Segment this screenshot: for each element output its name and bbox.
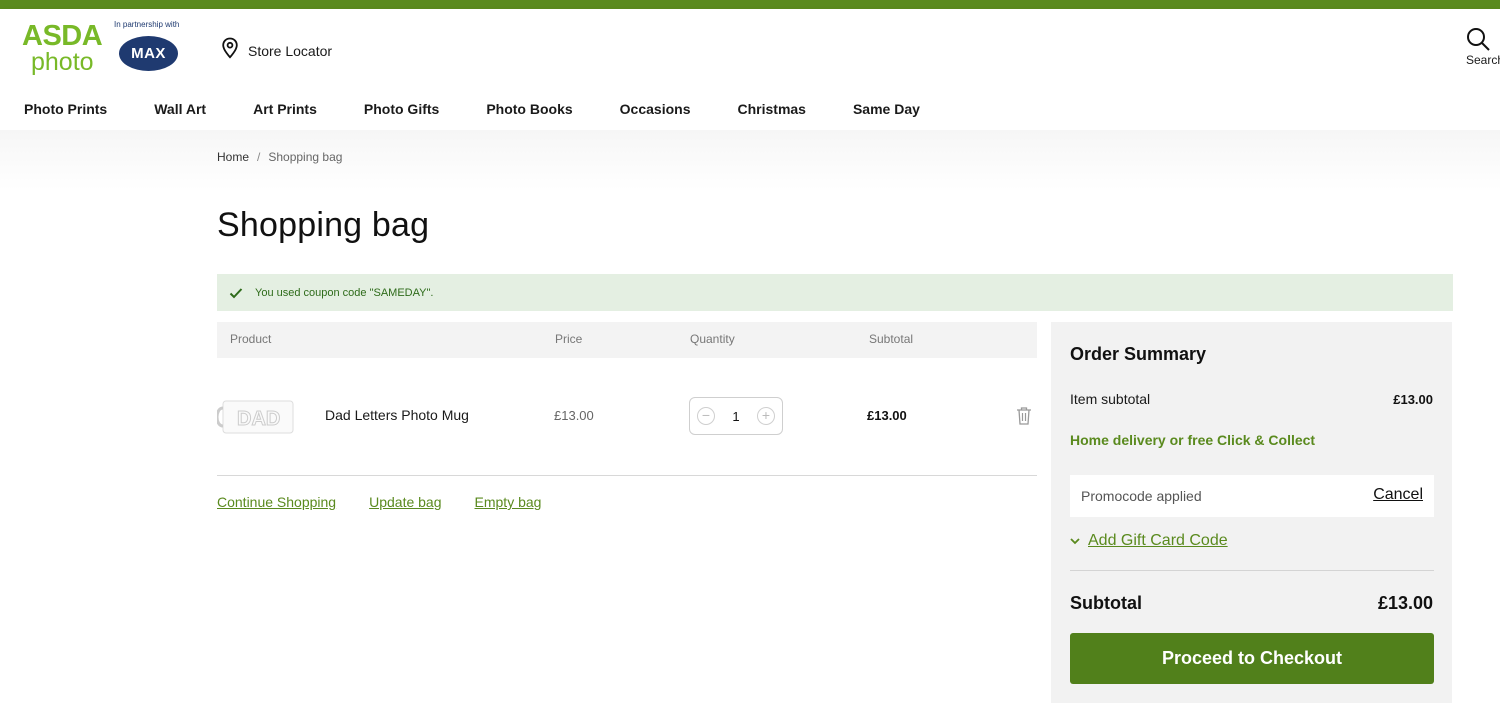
decrease-quantity-button[interactable]: − bbox=[697, 407, 715, 425]
delivery-info: Home delivery or free Click & Collect bbox=[1070, 432, 1316, 448]
continue-shopping-link[interactable]: Continue Shopping bbox=[217, 494, 336, 510]
breadcrumb: Home / Shopping bag bbox=[217, 150, 342, 164]
trash-icon bbox=[1016, 407, 1032, 430]
subtotal-value: £13.00 bbox=[1377, 593, 1433, 613]
store-locator-link[interactable]: Store Locator bbox=[220, 37, 332, 64]
search-label: Search bbox=[1466, 53, 1500, 67]
nav-item-photo-prints[interactable]: Photo Prints bbox=[24, 101, 107, 117]
svg-text:DAD: DAD bbox=[237, 408, 280, 430]
quantity-value[interactable]: 1 bbox=[732, 409, 739, 424]
store-locator-label: Store Locator bbox=[248, 42, 333, 59]
site-header: ASDA photo In partnership with MAX Store… bbox=[0, 9, 1500, 130]
col-header-product: Product bbox=[230, 332, 272, 346]
product-name[interactable]: Dad Letters Photo Mug bbox=[325, 407, 469, 423]
top-brand-stripe bbox=[0, 0, 1500, 9]
add-gift-card-toggle[interactable]: Add Gift Card Code bbox=[1070, 532, 1228, 550]
nav-item-wall-art[interactable]: Wall Art bbox=[154, 101, 206, 117]
order-summary-panel: Order Summary Item subtotal £13.00 Home … bbox=[1051, 322, 1452, 703]
cart-item-row: DAD Dad Letters Photo Mug £13.00 − 1 + £… bbox=[215, 376, 1037, 476]
cancel-promocode-link[interactable]: Cancel bbox=[1373, 486, 1423, 504]
cart-table-header: Product Price Quantity Subtotal bbox=[217, 322, 1037, 358]
coupon-message-text: You used coupon code "SAMEDAY". bbox=[255, 286, 434, 299]
proceed-to-checkout-button[interactable]: Proceed to Checkout bbox=[1070, 633, 1434, 684]
cart-actions: Continue Shopping Update bag Empty bag bbox=[217, 494, 574, 510]
asda-photo-logo[interactable]: ASDA photo bbox=[22, 21, 106, 77]
promocode-box: Promocode applied Cancel bbox=[1070, 475, 1434, 517]
item-subtotal-value: £13.00 bbox=[1393, 392, 1433, 407]
location-pin-icon bbox=[220, 37, 240, 64]
item-subtotal-label: Item subtotal bbox=[1070, 391, 1151, 407]
breadcrumb-current: Shopping bag bbox=[268, 150, 343, 164]
product-thumbnail[interactable]: DAD bbox=[215, 398, 299, 436]
item-subtotal: £13.00 bbox=[867, 408, 907, 423]
checkmark-icon bbox=[229, 286, 243, 300]
logo-asda-text: ASDA bbox=[22, 20, 103, 52]
logo-photo-text: photo bbox=[31, 48, 94, 76]
partner-text: In partnership with bbox=[114, 20, 180, 29]
nav-item-christmas[interactable]: Christmas bbox=[738, 101, 806, 117]
main-nav: Photo Prints Wall Art Art Prints Photo G… bbox=[24, 101, 967, 117]
page-title: Shopping bag bbox=[217, 206, 430, 244]
breadcrumb-separator: / bbox=[257, 150, 261, 164]
order-summary-title: Order Summary bbox=[1070, 344, 1207, 364]
subtotal-label: Subtotal bbox=[1070, 593, 1142, 613]
nav-item-occasions[interactable]: Occasions bbox=[620, 101, 691, 117]
update-bag-link[interactable]: Update bag bbox=[369, 494, 441, 510]
product-price: £13.00 bbox=[554, 408, 594, 423]
col-header-quantity: Quantity bbox=[690, 332, 735, 346]
summary-divider bbox=[1070, 570, 1434, 571]
add-gift-card-label: Add Gift Card Code bbox=[1088, 532, 1228, 549]
quantity-stepper: − 1 + bbox=[689, 397, 783, 435]
nav-item-photo-books[interactable]: Photo Books bbox=[486, 101, 572, 117]
breadcrumb-home-link[interactable]: Home bbox=[217, 150, 249, 164]
col-header-subtotal: Subtotal bbox=[869, 332, 914, 346]
nav-item-photo-gifts[interactable]: Photo Gifts bbox=[364, 101, 439, 117]
empty-bag-link[interactable]: Empty bag bbox=[475, 494, 542, 510]
nav-item-art-prints[interactable]: Art Prints bbox=[253, 101, 317, 117]
remove-item-button[interactable] bbox=[1016, 406, 1032, 431]
partner-badge: In partnership with MAX bbox=[114, 20, 186, 76]
coupon-success-message: You used coupon code "SAMEDAY". bbox=[217, 274, 1453, 311]
chevron-down-icon bbox=[1070, 532, 1080, 550]
col-header-price: Price bbox=[555, 332, 583, 346]
promocode-applied-label: Promocode applied bbox=[1081, 488, 1202, 504]
search-button[interactable]: Search bbox=[1466, 27, 1500, 67]
nav-item-same-day[interactable]: Same Day bbox=[853, 101, 920, 117]
increase-quantity-button[interactable]: + bbox=[756, 407, 775, 425]
max-spielmann-logo: MAX bbox=[119, 36, 178, 71]
